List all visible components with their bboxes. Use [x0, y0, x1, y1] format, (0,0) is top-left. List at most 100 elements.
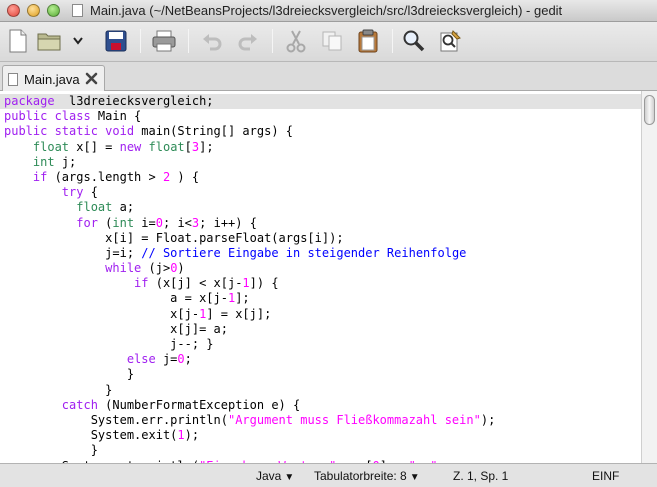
paste-button[interactable] — [354, 27, 382, 55]
code-token: [ — [184, 139, 192, 154]
language-selector[interactable]: Java ▼ — [256, 469, 294, 483]
code-token: // Sortiere Eingabe in steigender Reihen… — [141, 245, 467, 260]
status-bar: Java ▼ Tabulatorbreite: 8 ▼ Z. 1, Sp. 1 EI… — [0, 463, 657, 487]
copy-icon — [322, 31, 342, 51]
zoom-window-button[interactable] — [47, 4, 60, 17]
code-token: float — [32, 139, 70, 154]
cut-button[interactable] — [282, 27, 310, 55]
code-token: a = x[j- — [4, 291, 228, 306]
redo-button[interactable] — [234, 27, 262, 55]
undo-button[interactable] — [198, 27, 226, 55]
chevron-down-icon: ▼ — [409, 472, 420, 483]
code-line: catch (NumberFormatException e) { — [4, 398, 495, 413]
code-line: x[j-1] = x[j]; — [4, 307, 495, 322]
open-button[interactable] — [36, 27, 64, 55]
code-token: ) — [177, 261, 185, 276]
code-token: main(String[] args) { — [134, 124, 293, 139]
toolbar-separator — [272, 29, 273, 53]
code-line: int j; — [4, 155, 495, 170]
tab-width-label: Tabulatorbreite: 8 — [314, 469, 407, 483]
code-token: for — [76, 215, 98, 230]
code-token: l3dreiecksvergleich; — [54, 94, 214, 108]
language-label: Java — [256, 469, 282, 483]
code-line: for (int i=0; i<3; i++) { — [4, 216, 495, 231]
code-token: (NumberFormatException e) { — [97, 397, 301, 412]
code-token: 1 — [177, 428, 185, 443]
code-token: (x[j] < x[j- — [148, 276, 243, 291]
insert-mode: EINF — [592, 469, 620, 483]
code-token: Main { — [90, 109, 142, 124]
scrollbar-thumb[interactable] — [644, 95, 655, 125]
new-document-icon — [9, 29, 27, 53]
code-token: ; i++) { — [199, 215, 257, 230]
code-line: x[i] = Float.parseFloat(args[i]); — [4, 231, 495, 246]
magnifier-icon — [403, 30, 425, 52]
code-token: catch — [61, 397, 98, 412]
code-token: (j> — [141, 261, 171, 276]
code-token: package — [4, 94, 55, 108]
code-token: j=i; — [4, 245, 142, 260]
code-token: float — [148, 139, 185, 154]
code-line: } — [4, 383, 495, 398]
close-window-button[interactable] — [7, 4, 20, 17]
code-token: "Argument muss Fließkommazahl sein" — [227, 412, 481, 427]
copy-button[interactable] — [318, 27, 346, 55]
new-document-button[interactable] — [4, 27, 32, 55]
code-line: package l3dreiecksvergleich; — [4, 94, 495, 109]
code-line: public class Main { — [4, 109, 495, 124]
code-token: public class — [4, 109, 91, 124]
text-editor[interactable]: package l3dreiecksvergleich; public class… — [0, 91, 641, 463]
code-line: System.err.println("Argument muss Fließk… — [4, 412, 496, 428]
code-token: if — [134, 276, 149, 291]
code-token: else — [126, 352, 156, 367]
code-content[interactable]: package l3dreiecksvergleich; public class… — [4, 94, 495, 463]
code-token: System.exit( — [4, 428, 178, 443]
vertical-scrollbar[interactable] — [641, 91, 657, 463]
code-token: float — [76, 200, 113, 215]
code-token: ( — [97, 215, 113, 230]
code-token: int — [32, 154, 55, 169]
tab-width-selector[interactable]: Tabulatorbreite: 8 ▼ — [314, 469, 420, 483]
undo-icon — [203, 34, 222, 51]
close-tab-icon[interactable] — [84, 71, 99, 86]
code-token: 0 — [155, 215, 163, 230]
code-token: } — [4, 443, 98, 458]
tab-main-java[interactable]: Main.java — [2, 65, 105, 92]
code-token: (args.length > — [47, 169, 163, 184]
code-line: j--; } — [4, 337, 495, 352]
toolbar-separator — [392, 29, 393, 53]
title-bar: Main.java (~/NetBeansProjects/l3dreiecks… — [0, 0, 657, 22]
code-line: } — [4, 443, 495, 458]
minimize-window-button[interactable] — [27, 4, 40, 17]
code-line: } — [4, 367, 495, 382]
code-token: while — [105, 261, 142, 276]
code-token: try — [61, 185, 84, 200]
code-line: while (j>0) — [4, 261, 495, 276]
code-token: ); — [184, 428, 200, 443]
code-token: x[i] = Float.parseFloat(args[i]); — [4, 230, 344, 245]
code-line: float x[] = new float[3]; — [4, 140, 495, 155]
code-line: a = x[j-1]; — [4, 291, 495, 306]
code-token: } — [4, 367, 135, 382]
find-button[interactable] — [400, 27, 428, 55]
window-controls — [0, 4, 66, 17]
code-token: ; i< — [163, 215, 192, 230]
code-token: { — [83, 185, 98, 200]
code-token: } — [4, 382, 113, 397]
open-recent-dropdown[interactable] — [70, 27, 86, 55]
find-replace-button[interactable] — [436, 27, 464, 55]
toolbar-separator — [188, 29, 189, 53]
save-button[interactable] — [102, 27, 130, 55]
cursor-position: Z. 1, Sp. 1 — [453, 469, 509, 483]
redo-icon — [238, 34, 257, 51]
code-line: if (x[j] < x[j-1]) { — [4, 276, 495, 291]
code-token: i= — [134, 215, 156, 230]
print-button[interactable] — [150, 27, 178, 55]
